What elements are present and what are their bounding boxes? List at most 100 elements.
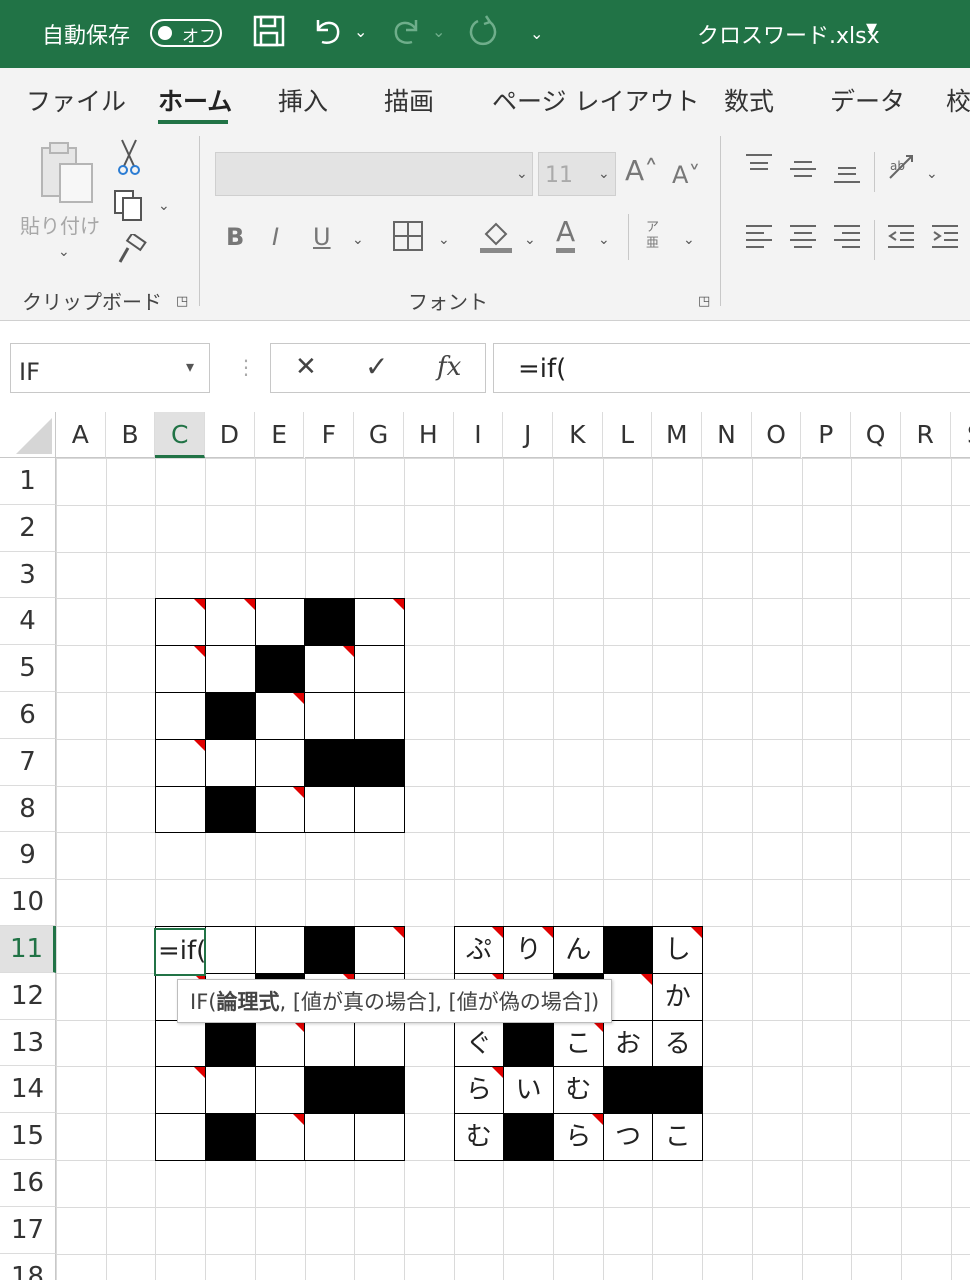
enter-icon[interactable]: ✓ (365, 350, 388, 383)
increase-indent-icon[interactable] (930, 222, 960, 257)
copy-icon[interactable] (112, 188, 146, 229)
crossword-cell[interactable] (155, 738, 207, 787)
clipboard-launcher-icon[interactable]: ◳ (176, 294, 188, 309)
column-header-h[interactable]: H (403, 412, 454, 458)
align-bottom-icon[interactable] (832, 160, 862, 193)
shrink-font-icon[interactable]: A˅ (672, 160, 700, 190)
crossword-cell[interactable]: る (652, 1019, 704, 1068)
column-header-f[interactable]: F (304, 412, 355, 458)
name-box[interactable]: IF (10, 343, 210, 393)
paste-dropdown-icon[interactable]: ⌄ (58, 244, 70, 260)
crossword-cell[interactable] (155, 785, 207, 834)
copy-dropdown-icon[interactable]: ⌄ (158, 198, 170, 214)
font-name-combobox[interactable] (215, 152, 533, 196)
tab-insert[interactable]: 挿入 (278, 82, 328, 118)
crossword-cell[interactable] (254, 1066, 306, 1115)
underline-button[interactable]: U (313, 222, 331, 252)
crossword-cell[interactable] (354, 1113, 405, 1161)
row-header-11[interactable]: 11 (0, 926, 56, 973)
column-header-b[interactable]: B (105, 412, 156, 458)
crossword-cell[interactable]: か (652, 972, 704, 1021)
crossword-cell[interactable]: つ (602, 1113, 654, 1161)
column-header-c[interactable]: C (155, 412, 206, 458)
black-square[interactable] (205, 1113, 256, 1161)
insert-function-icon[interactable]: fx (437, 352, 461, 382)
row-header-4[interactable]: 4 (0, 598, 56, 646)
worksheet[interactable]: ABCDEFGHIJKLMNOPQRS 12345678910111213141… (0, 412, 970, 1280)
crossword-cell[interactable] (155, 1066, 207, 1115)
black-square[interactable] (304, 1066, 356, 1115)
row-header-16[interactable]: 16 (0, 1160, 56, 1207)
function-tooltip[interactable]: IF(論理式, [値が真の場合], [値が偽の場合]) (177, 979, 613, 1023)
crossword-cell[interactable]: し (652, 926, 704, 974)
orientation-icon[interactable]: ab (886, 152, 918, 191)
bold-button[interactable]: B (226, 222, 244, 252)
autosave-toggle[interactable]: オフ (150, 19, 222, 47)
format-painter-icon[interactable] (114, 231, 148, 275)
crossword-cell[interactable]: ん (552, 926, 604, 974)
font-launcher-icon[interactable]: ◳ (698, 294, 710, 309)
black-square[interactable] (354, 1066, 405, 1115)
row-header-1[interactable]: 1 (0, 458, 56, 505)
black-square[interactable] (602, 926, 654, 974)
crossword-cell[interactable]: い (503, 1066, 554, 1115)
borders-dropdown-icon[interactable]: ⌄ (438, 232, 450, 248)
black-square[interactable] (254, 645, 306, 693)
italic-button[interactable]: I (272, 222, 279, 252)
crossword-cell[interactable] (254, 1019, 306, 1068)
underline-dropdown-icon[interactable]: ⌄ (352, 232, 364, 248)
align-top-icon[interactable] (744, 152, 774, 185)
row-header-6[interactable]: 6 (0, 692, 56, 739)
fill-color-dropdown-icon[interactable]: ⌄ (524, 232, 536, 248)
crossword-cell[interactable] (354, 926, 405, 974)
paste-icon[interactable] (38, 140, 96, 213)
black-square[interactable] (602, 1066, 654, 1115)
phonetic-guide-icon[interactable]: ア亜 (646, 220, 664, 252)
row-header-5[interactable]: 5 (0, 645, 56, 692)
row-header-10[interactable]: 10 (0, 879, 56, 926)
crossword-cell[interactable] (205, 926, 256, 974)
tab-review[interactable]: 校 (946, 82, 970, 118)
decrease-indent-icon[interactable] (886, 222, 916, 257)
crossword-cell[interactable] (254, 598, 306, 647)
formula-input[interactable]: =if( (493, 343, 970, 393)
crossword-cell[interactable]: ら (552, 1113, 604, 1161)
crossword-cell[interactable] (254, 691, 306, 740)
column-header-s[interactable]: S (950, 412, 970, 458)
file-menu-caret-icon[interactable]: ▾ (866, 16, 877, 41)
crossword-cell[interactable] (354, 691, 405, 740)
column-header-i[interactable]: I (453, 412, 504, 458)
tab-page-layout[interactable]: ページ レイアウト (492, 82, 699, 118)
crossword-cell[interactable] (155, 598, 207, 647)
black-square[interactable] (205, 691, 256, 740)
row-header-9[interactable]: 9 (0, 832, 56, 880)
crossword-cell[interactable] (304, 1019, 356, 1068)
row-header-15[interactable]: 15 (0, 1113, 56, 1160)
crossword-cell[interactable]: ぷ (453, 926, 505, 974)
crossword-cell[interactable] (205, 645, 256, 693)
grow-font-icon[interactable]: A˄ (625, 156, 658, 186)
font-name-dropdown-icon[interactable]: ⌄ (516, 166, 528, 182)
orientation-dropdown-icon[interactable]: ⌄ (926, 166, 938, 182)
tab-file[interactable]: ファイル (26, 82, 126, 118)
crossword-cell[interactable]: ぐ (453, 1019, 505, 1068)
crossword-cell[interactable] (155, 1019, 207, 1068)
crossword-cell[interactable] (254, 926, 306, 974)
crossword-cell[interactable] (254, 785, 306, 834)
row-header-12[interactable]: 12 (0, 972, 56, 1020)
black-square[interactable] (205, 785, 256, 834)
column-header-a[interactable]: A (56, 412, 106, 458)
align-middle-icon[interactable] (788, 156, 818, 189)
crossword-cell[interactable] (304, 691, 356, 740)
phonetic-dropdown-icon[interactable]: ⌄ (683, 232, 695, 248)
font-color-dropdown-icon[interactable]: ⌄ (598, 232, 610, 248)
crossword-cell[interactable] (304, 1113, 356, 1161)
black-square[interactable] (503, 1113, 554, 1161)
customize-toolbar-icon[interactable]: ⌄ (530, 24, 543, 43)
align-center-icon[interactable] (788, 222, 818, 257)
undo-icon[interactable] (310, 14, 344, 57)
crossword-cell[interactable]: こ (552, 1019, 604, 1068)
name-box-dropdown-icon[interactable]: ▾ (186, 357, 194, 376)
crossword-cell[interactable]: り (503, 926, 554, 974)
column-header-r[interactable]: R (900, 412, 951, 458)
